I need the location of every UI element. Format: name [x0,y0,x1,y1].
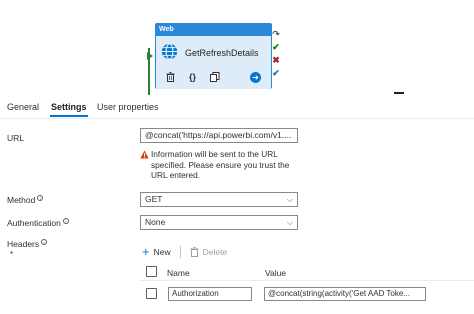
code-braces-icon[interactable]: {} [187,71,198,82]
failure-x-icon[interactable]: ✖ [271,54,281,67]
new-header-label: New [153,247,171,257]
authentication-info-icon[interactable]: i [62,218,69,224]
header-name-input[interactable]: Authorization [168,287,252,301]
new-header-button[interactable]: + New [142,244,171,259]
panel-resize-handle[interactable] [394,92,404,94]
authentication-select[interactable]: None ⌵ [140,215,298,230]
web-activity-node[interactable]: Web GetRefreshDetails {} ➜ [155,23,272,89]
select-all-checkbox[interactable] [146,266,157,277]
completion-arrow-icon[interactable]: ↷ [271,28,281,41]
column-header-value: Value [265,268,287,278]
headers-toolbar: + New Delete [142,245,227,259]
globe-icon [161,43,178,60]
headers-required-mark: * [10,250,14,259]
headers-label-text: Headers [7,239,40,249]
delete-header-button[interactable]: Delete [190,247,228,257]
url-label: URL [7,133,25,143]
authentication-label-text: Authentication [7,218,61,228]
headers-info-icon[interactable]: i [41,239,48,245]
headers-label: Headers i [7,239,48,249]
url-input[interactable]: @concat('https://api.powerbi.com/v1.... [140,128,298,143]
trash-icon [190,247,199,257]
plus-icon: + [142,244,150,259]
url-warning-text: Information will be sent to the URL spec… [151,149,290,180]
warning-icon [140,150,149,159]
skipped-arrow-icon[interactable]: ✔ [271,67,281,80]
chevron-down-icon: ⌵ [286,195,293,204]
method-select[interactable]: GET ⌵ [140,192,298,207]
properties-tabs: General Settings User properties [0,96,474,119]
tab-general[interactable]: General [7,102,39,112]
activity-name: GetRefreshDetails [185,48,259,58]
method-selected-value: GET [145,194,163,204]
delete-activity-icon[interactable] [165,71,176,82]
authentication-selected-value: None [145,217,166,227]
tab-settings[interactable]: Settings [51,102,87,112]
go-to-activity-icon[interactable]: ➜ [250,72,261,83]
authentication-label: Authentication i [7,218,69,228]
pipeline-canvas[interactable]: Web GetRefreshDetails {} ➜ ↷ ✔ ✖ ✔ [0,0,474,95]
header-value-input[interactable]: @concat(string(activity('Get AAD Toke... [264,287,426,301]
toolbar-divider [179,246,181,258]
activity-type-label: Web [156,24,271,36]
activity-output-connectors: ↷ ✔ ✖ ✔ [271,28,281,80]
delete-header-label: Delete [202,247,228,257]
success-check-icon[interactable]: ✔ [271,41,281,54]
column-header-name: Name [167,268,190,278]
copy-icon[interactable] [209,71,220,82]
method-info-icon[interactable]: i [37,195,44,201]
connector-arrow-icon [147,52,153,60]
headers-table-header: Name Value [140,263,474,281]
method-label: Method i [7,195,44,205]
chevron-down-icon: ⌵ [286,218,293,227]
method-label-text: Method [7,195,36,205]
row-checkbox[interactable] [146,288,157,299]
tab-user-properties[interactable]: User properties [97,102,159,112]
active-tab-indicator [50,115,88,117]
